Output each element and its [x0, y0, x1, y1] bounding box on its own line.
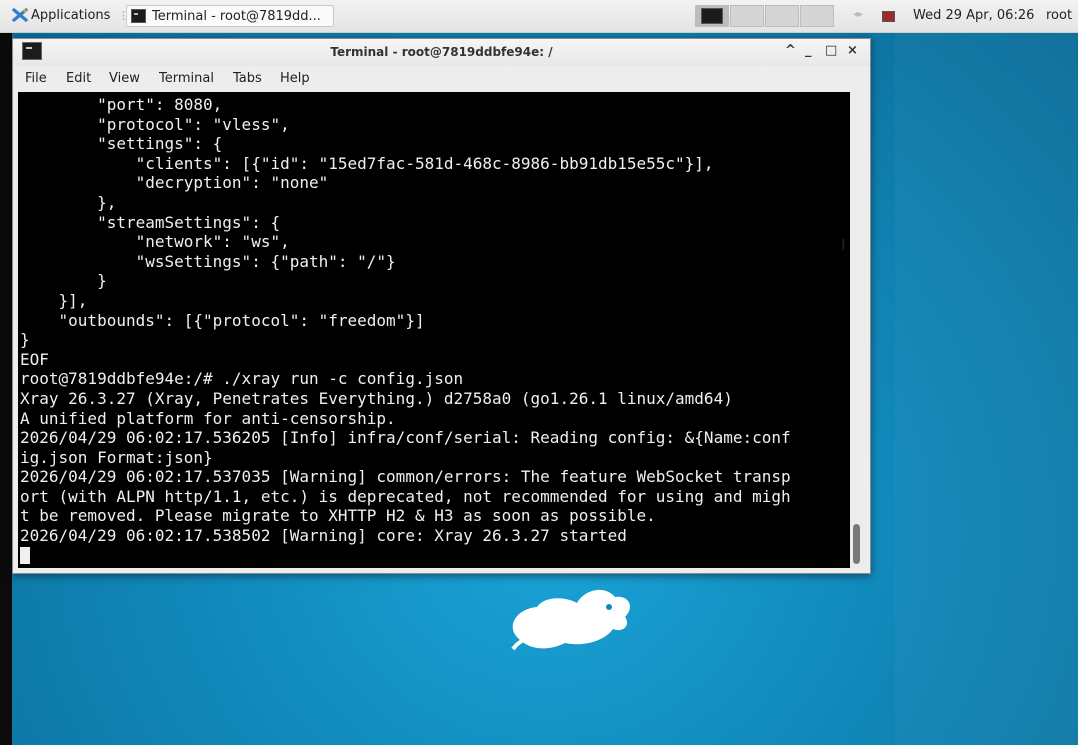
- terminal-line: "network": "ws",: [20, 232, 290, 252]
- menu-help[interactable]: Help: [280, 71, 310, 86]
- terminal-line: A unified platform for anti-censorship.: [20, 408, 396, 428]
- workspace-4[interactable]: [800, 5, 834, 27]
- terminal-line: "outbounds": [{"protocol": "freedom"}]: [20, 310, 425, 330]
- maximize-button[interactable]: □: [825, 43, 837, 58]
- workspace-window-thumb: [701, 8, 723, 24]
- taskbar-terminal-label: Terminal - root@7819dd...: [152, 8, 321, 24]
- terminal-line: }: [20, 271, 107, 291]
- tray-indicator-icon[interactable]: [882, 11, 895, 22]
- terminal-line: "settings": {: [20, 134, 223, 154]
- terminal-line: root@7819ddbfe94e:/# ./xray run -c confi…: [20, 369, 464, 389]
- terminal-line: ort (with ALPN http/1.1, etc.) is deprec…: [20, 486, 791, 506]
- top-panel: Applications ⋮ Terminal - root@7819dd...…: [0, 0, 1078, 33]
- terminal-line: 2026/04/29 06:02:17.538502 [Warning] cor…: [20, 526, 627, 546]
- xfce-logo-icon: [12, 8, 28, 22]
- menubar: File Edit View Terminal Tabs Help: [13, 68, 870, 90]
- applications-label: Applications: [31, 7, 111, 23]
- desktop-band: [895, 32, 1078, 745]
- terminal-icon: [131, 9, 146, 23]
- minimize-button[interactable]: _: [805, 43, 812, 58]
- menu-view[interactable]: View: [109, 71, 140, 86]
- terminal-line: "port": 8080,: [20, 95, 223, 114]
- terminal-line: t be removed. Please migrate to XHTTP H2…: [20, 506, 656, 526]
- close-button[interactable]: ×: [847, 43, 858, 58]
- text-cursor-icon: I: [841, 235, 846, 254]
- xfce-mouse-logo-icon: [511, 589, 630, 651]
- terminal-line: "clients": [{"id": "15ed7fac-581d-468c-8…: [20, 153, 714, 173]
- menu-file[interactable]: File: [25, 71, 47, 86]
- menu-terminal[interactable]: Terminal: [159, 71, 214, 86]
- terminal-line: EOF: [20, 349, 49, 369]
- user-menu[interactable]: root: [1046, 8, 1072, 23]
- terminal-line: "streamSettings": {: [20, 212, 281, 232]
- terminal-line: },: [20, 192, 117, 212]
- taskbar-terminal-button[interactable]: Terminal - root@7819dd...: [126, 5, 334, 27]
- terminal-line: ig.json Format:json}: [20, 447, 213, 467]
- clock[interactable]: Wed 29 Apr, 06:26: [913, 8, 1034, 23]
- terminal-scrollbar[interactable]: [850, 92, 864, 568]
- applications-menu-button[interactable]: Applications: [12, 7, 110, 23]
- terminal-line: "wsSettings": {"path": "/"}: [20, 251, 396, 271]
- workspace-1[interactable]: [695, 5, 729, 27]
- terminal-window: Terminal - root@7819ddbfe94e: / ^ _ □ × …: [12, 38, 871, 574]
- window-titlebar[interactable]: Terminal - root@7819ddbfe94e: / ^ _ □ ×: [13, 39, 870, 66]
- terminal-line: "decryption": "none": [20, 173, 329, 193]
- menu-edit[interactable]: Edit: [66, 71, 91, 86]
- workspace-3[interactable]: [765, 5, 799, 27]
- terminal-line: 2026/04/29 06:02:17.537035 [Warning] com…: [20, 467, 791, 487]
- menu-tabs[interactable]: Tabs: [233, 71, 262, 86]
- screen-left-edge: [0, 0, 12, 745]
- terminal-line: "protocol": "vless",: [20, 114, 290, 134]
- shade-button[interactable]: ^: [785, 43, 796, 58]
- terminal-line: }],: [20, 290, 88, 310]
- terminal-cursor: [20, 546, 30, 564]
- terminal-prompt-line: [20, 546, 850, 566]
- terminal-output[interactable]: "port": 8080, "protocol": "vless", "sett…: [18, 92, 850, 568]
- terminal-line: 2026/04/29 06:02:17.536205 [Info] infra/…: [20, 428, 791, 448]
- panel-arrows-icon[interactable]: ◂▸: [853, 9, 863, 20]
- workspace-switcher: [695, 5, 835, 27]
- workspace-2[interactable]: [730, 5, 764, 27]
- window-title: Terminal - root@7819ddbfe94e: /: [330, 45, 553, 59]
- terminal-line: Xray 26.3.27 (Xray, Penetrates Everythin…: [20, 388, 733, 408]
- scrollbar-thumb[interactable]: [853, 524, 860, 564]
- terminal-line: }: [20, 330, 30, 350]
